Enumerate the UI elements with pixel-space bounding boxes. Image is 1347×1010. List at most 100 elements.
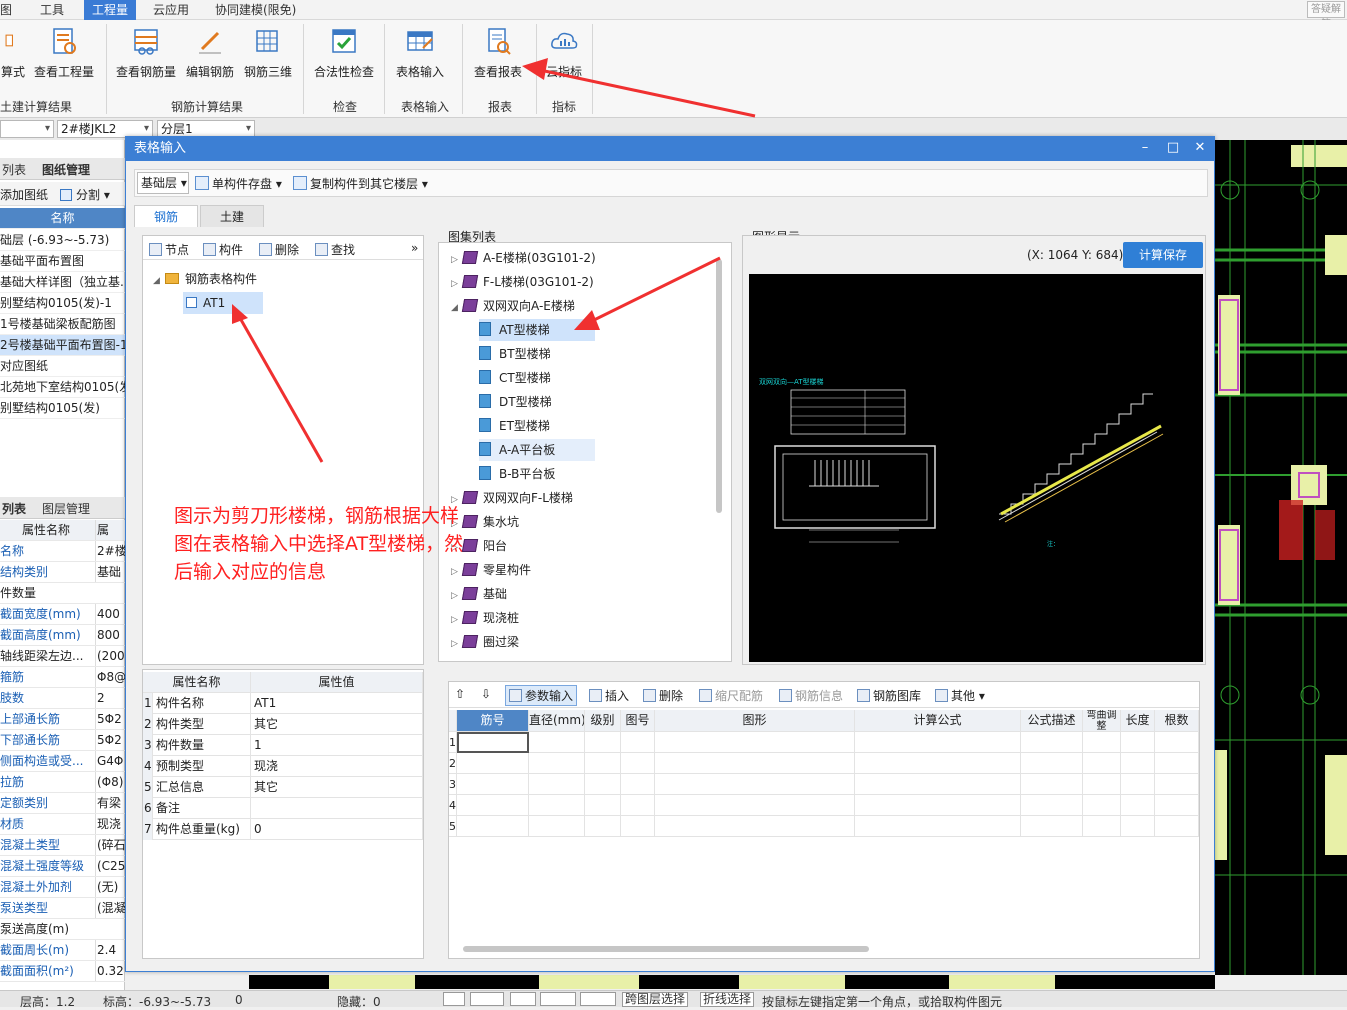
rebar-cell[interactable] (621, 753, 655, 774)
cross-layer-select-button[interactable]: 跨图层选择 (622, 992, 689, 1007)
rebar-cell[interactable] (855, 774, 1021, 795)
view-report-button[interactable]: 查看报表 (470, 26, 526, 80)
floor-combo[interactable] (0, 120, 54, 138)
property-row[interactable]: 上部通长筋 5Φ2 (0, 709, 125, 730)
rebar-cell[interactable] (1121, 795, 1155, 816)
table-input-button[interactable]: 表格输入 (392, 26, 448, 80)
add-drawing-button[interactable]: 添加图纸 (0, 186, 48, 203)
expand-icon[interactable]: ◢ (451, 297, 463, 319)
rebar-cell[interactable] (1021, 774, 1083, 795)
expand-icon[interactable]: ▷ (451, 249, 463, 271)
atlas-item[interactable]: ET型楼梯 (479, 415, 550, 437)
atlas-item[interactable]: ▷ F-L楼梯(03G101-2) (451, 271, 594, 293)
property-row[interactable]: 材质 现浇 (0, 814, 125, 835)
atlas-item[interactable]: ▷ 基础 (451, 583, 507, 605)
tab-property-list[interactable]: 列表 (2, 500, 26, 517)
insert-button[interactable]: 插入 (589, 687, 629, 704)
rebar-cell[interactable] (655, 753, 855, 774)
help-search-box[interactable]: 答疑解答 (1307, 1, 1345, 30)
angle-button[interactable] (540, 992, 576, 1006)
rebar-cell[interactable] (1083, 774, 1121, 795)
rebar-column-header[interactable]: 图形 (655, 710, 855, 731)
property-row[interactable]: 肢数 2 (0, 688, 125, 709)
property-value[interactable]: 400 (95, 604, 125, 624)
rebar-column-header[interactable]: 公式描述 (1021, 710, 1083, 731)
delete-button[interactable]: 删除 (259, 241, 299, 258)
property-value[interactable]: (碎石 (95, 835, 125, 855)
rebar-cell[interactable] (529, 753, 585, 774)
menu-collab[interactable]: 协同建模(限免) (215, 0, 296, 20)
rebar-row[interactable]: 2 (449, 753, 1199, 774)
maximize-icon[interactable]: □ (1161, 137, 1185, 161)
rebar-cell[interactable] (1121, 753, 1155, 774)
rebar-row[interactable]: 5 (449, 816, 1199, 837)
property-row[interactable]: 混凝土类型 (碎石 (0, 835, 125, 856)
rebar-cell[interactable] (529, 816, 585, 837)
rebar-cell[interactable] (457, 816, 529, 837)
scale-rebar-button[interactable]: 缩尺配筋 (699, 687, 763, 704)
rebar-cell[interactable] (655, 816, 855, 837)
component-property-row[interactable]: 5 汇总信息 其它 (143, 777, 423, 798)
property-value[interactable]: G4Φ (95, 751, 125, 771)
copy-to-floors-button[interactable]: 复制构件到其它楼层 ▾ (293, 175, 428, 192)
rebar-cell[interactable] (1021, 816, 1083, 837)
add-node-button[interactable]: 节点 (149, 241, 189, 258)
property-value[interactable]: 0.32 (95, 961, 125, 981)
menu-view[interactable]: 图 (0, 0, 12, 20)
rebar-cell[interactable] (457, 753, 529, 774)
rebar-cell[interactable] (1021, 795, 1083, 816)
rebar-column-header[interactable]: 筋号 (457, 710, 529, 731)
property-row[interactable]: 定额类别 有梁 (0, 793, 125, 814)
rebar-cell[interactable] (855, 732, 1021, 753)
rebar-cell[interactable] (529, 774, 585, 795)
drawing-list-item[interactable]: 础层 (-6.93~-5.73) (0, 230, 125, 251)
snap-button[interactable] (470, 992, 504, 1006)
drawing-list-item[interactable]: 北苑地下室结构0105(发) (0, 377, 125, 398)
rebar-cell[interactable] (1155, 816, 1199, 837)
property-row[interactable]: 截面宽度(mm) 400 (0, 604, 125, 625)
property-value[interactable]: (200) (95, 646, 125, 666)
rebar-3d-button[interactable]: 钢筋三维 (242, 26, 294, 80)
formula-button[interactable]: 算式 (0, 26, 26, 80)
property-row[interactable]: 箍筋 Φ8@ (0, 667, 125, 688)
expand-icon[interactable]: ▷ (451, 273, 463, 295)
more-icon[interactable]: » (411, 241, 418, 255)
rebar-cell[interactable] (585, 753, 621, 774)
rebar-column-header[interactable]: 图号 (621, 710, 655, 731)
move-up-icon[interactable]: ⇧ (455, 687, 465, 701)
component-property-value[interactable]: 其它 (251, 714, 423, 735)
rebar-cell[interactable] (1121, 774, 1155, 795)
split-button[interactable]: 分割 ▾ (60, 186, 110, 203)
rebar-delete-button[interactable]: 删除 (643, 687, 683, 704)
rebar-cell[interactable] (621, 816, 655, 837)
rebar-cell[interactable] (529, 795, 585, 816)
drawing-list-item[interactable]: 别墅结构0105(发)-1 (0, 293, 125, 314)
atlas-item[interactable]: ▷ 双网双向F-L楼梯 (451, 487, 573, 509)
atlas-item[interactable]: DT型楼梯 (479, 391, 552, 413)
property-value[interactable]: 800 (95, 625, 125, 645)
close-icon[interactable]: ✕ (1188, 137, 1212, 161)
component-property-value[interactable]: 0 (251, 819, 423, 840)
property-value[interactable]: 有梁 (95, 793, 125, 813)
rebar-hscrollbar[interactable] (463, 946, 869, 952)
drawing-list-item[interactable]: 别墅结构0105(发) (0, 398, 125, 419)
tree-root[interactable]: ◢ 钢筋表格构件 (153, 268, 257, 290)
expand-icon[interactable]: ▷ (451, 609, 463, 631)
calculate-save-button[interactable]: 计算保存 (1123, 242, 1203, 268)
rebar-column-header[interactable]: 直径(mm) (529, 710, 585, 731)
rebar-cell[interactable] (1155, 774, 1199, 795)
floor-dropdown[interactable]: 基础层 ▾ (137, 172, 189, 194)
add-component-button[interactable]: 构件 (203, 241, 243, 258)
rebar-cell[interactable] (1155, 795, 1199, 816)
rebar-cell[interactable] (457, 774, 529, 795)
expand-icon[interactable]: ▷ (451, 585, 463, 607)
menu-tools[interactable]: 工具 (40, 0, 64, 20)
minimize-icon[interactable]: – (1133, 137, 1157, 161)
rebar-cell[interactable] (585, 774, 621, 795)
property-row[interactable]: 泵送高度(m) (0, 919, 125, 940)
tab-drawing-manage[interactable]: 图纸管理 (42, 161, 90, 178)
property-value[interactable]: 2 (95, 688, 125, 708)
rebar-cell[interactable] (1021, 753, 1083, 774)
rebar-row[interactable]: 1 (449, 732, 1199, 753)
property-row[interactable]: 截面周长(m) 2.4 (0, 940, 125, 961)
